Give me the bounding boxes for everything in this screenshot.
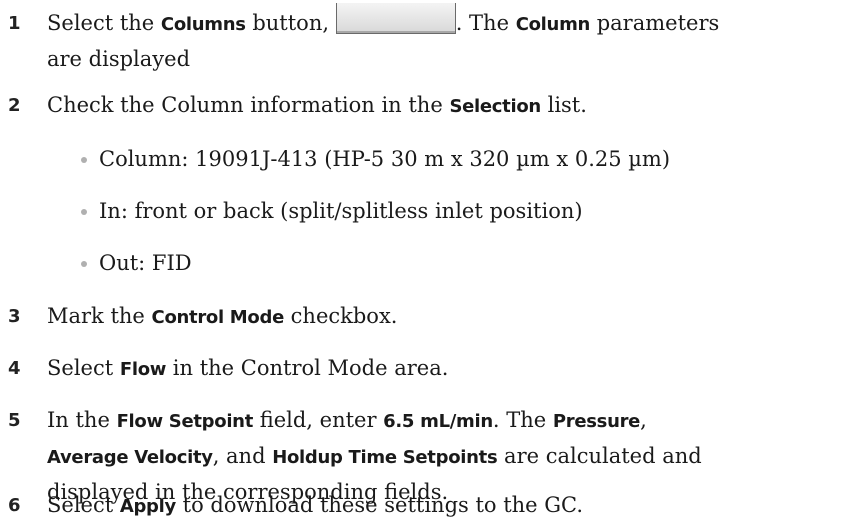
columns-button-icon (335, 3, 456, 34)
step-text: Select Apply to download these settings … (47, 488, 841, 524)
bullet-item: Column: 19091J-413 (HP-5 30 m x 320 µm x… (99, 147, 671, 171)
flow-setpoint-label: Flow Setpoint (116, 411, 254, 432)
step-text-part: , and (212, 444, 273, 468)
step-text-part: In the (47, 408, 117, 432)
step-text-part: Select (47, 493, 120, 517)
control-mode-label: Control Mode (151, 307, 285, 328)
step-text-part: . The (492, 408, 553, 432)
step-text-part: Check the Column information in the (47, 93, 450, 117)
step-text-part: field, enter (253, 408, 384, 432)
bullet-item: Out: FID (99, 251, 192, 275)
step-text-part: in the Control Mode area. (166, 356, 449, 380)
step-text-part: button, (245, 11, 336, 35)
apply-label: Apply (119, 496, 176, 517)
step-text: Select Flow in the Control Mode area. (47, 351, 841, 387)
step-text-part: . The (455, 11, 516, 35)
step-number: 1 (8, 13, 21, 34)
selection-label: Selection (449, 96, 541, 117)
bullet-dot (81, 157, 87, 163)
step-text-part: to download these settings to the GC. (175, 493, 584, 517)
pressure-label: Pressure (552, 411, 641, 432)
columns-label: Columns (160, 14, 246, 35)
step-number: 5 (8, 410, 21, 431)
step-number: 6 (8, 495, 21, 516)
procedure-page: 1 Select the Columns button, . The Colum… (0, 0, 849, 525)
step-number: 4 (8, 358, 21, 379)
step-text-part: Select (47, 356, 120, 380)
step-text: Mark the Control Mode checkbox. (47, 299, 841, 335)
step-text-part: list. (540, 93, 587, 117)
flow-value: 6.5 mL/min (383, 411, 493, 432)
step-text-part: are calculated and (497, 444, 702, 468)
step-text-part: Select the (47, 11, 161, 35)
flow-label: Flow (119, 359, 167, 380)
column-label: Column (515, 14, 591, 35)
bullet-dot (81, 261, 87, 267)
average-velocity-label: Average Velocity (47, 447, 213, 468)
step-text-part: checkbox. (283, 304, 398, 328)
step-text: Select the Columns button, . The Column … (47, 3, 841, 76)
step-text-part: Mark the (47, 304, 152, 328)
step-text-part: parameters (590, 11, 720, 35)
step-text-part: , (640, 408, 647, 432)
step-text-part: are displayed (47, 47, 191, 71)
step-text: Check the Column information in the Sele… (47, 88, 841, 124)
holdup-time-label: Holdup Time Setpoints (272, 447, 498, 468)
bullet-dot (81, 209, 87, 215)
bullet-item: In: front or back (split/splitless inlet… (99, 199, 583, 223)
step-number: 2 (8, 95, 21, 116)
step-number: 3 (8, 306, 21, 327)
